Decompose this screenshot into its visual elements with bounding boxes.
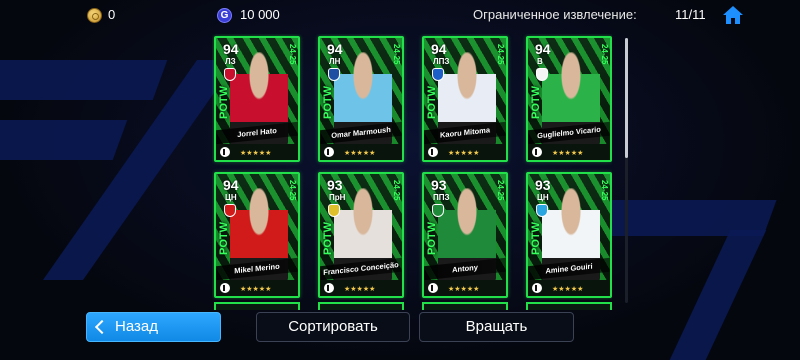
star-rating: ★★★★★: [552, 286, 584, 293]
home-icon[interactable]: [722, 5, 744, 25]
player-card[interactable]: 94 В 24-25 POTW Guglielmo Vicario ★★★★★: [526, 36, 612, 162]
season-label: 24-25: [496, 44, 505, 65]
gold-amount: 0: [108, 7, 116, 22]
season-label: 24-25: [600, 180, 609, 201]
player-rating: 94: [327, 41, 343, 57]
star-rating: ★★★★★: [240, 150, 272, 157]
efootball-logo-icon: [220, 283, 230, 293]
player-card[interactable]: 94 ЛН 24-25 POTW Omar Marmoush ★★★★★: [318, 36, 404, 162]
background-shape: [0, 60, 168, 100]
player-rating: 94: [223, 177, 239, 193]
card-footer: ★★★★★: [216, 144, 298, 160]
partial-card[interactable]: [526, 302, 612, 310]
player-card[interactable]: 93 ПрН 24-25 POTW Francisco Conceição ★★★★★: [318, 172, 404, 298]
player-rating: 93: [327, 177, 343, 193]
potw-label: POTW: [218, 86, 230, 119]
partial-card[interactable]: [422, 302, 508, 310]
player-position: ЦН: [537, 193, 549, 202]
back-button-label: Назад: [115, 318, 158, 335]
card-footer: ★★★★★: [320, 280, 402, 296]
efootball-logo-icon: [428, 147, 438, 157]
season-label: 24-25: [392, 180, 401, 201]
player-card[interactable]: 93 ППЗ 24-25 POTW Antony ★★★★★: [422, 172, 508, 298]
potw-label: POTW: [426, 86, 438, 119]
player-position: ЛН: [329, 57, 341, 66]
top-bar: 0 G 10 000 Ограниченное извлечение: 11/1…: [0, 0, 800, 32]
season-label: 24-25: [392, 44, 401, 65]
season-label: 24-25: [288, 180, 297, 201]
club-crest-icon: [432, 68, 444, 81]
player-card[interactable]: 94 ЦН 24-25 POTW Mikel Merino ★★★★★: [214, 172, 300, 298]
player-position: ЦН: [225, 193, 237, 202]
star-rating: ★★★★★: [448, 150, 480, 157]
star-rating: ★★★★★: [240, 286, 272, 293]
scrollbar-thumb[interactable]: [625, 38, 628, 158]
player-card[interactable]: 94 ЛЗ 24-25 POTW Jorrel Hato ★★★★★: [214, 36, 300, 162]
club-crest-icon: [432, 204, 444, 217]
star-rating: ★★★★★: [344, 150, 376, 157]
star-rating: ★★★★★: [448, 286, 480, 293]
potw-label: POTW: [218, 222, 230, 255]
gold-coin-icon: [87, 8, 102, 23]
limited-draw-count: 11/11: [675, 7, 706, 22]
star-rating: ★★★★★: [344, 286, 376, 293]
sort-button[interactable]: Сортировать: [256, 312, 410, 342]
card-footer: ★★★★★: [424, 144, 506, 160]
player-card[interactable]: 94 ЛПЗ 24-25 POTW Kaoru Mitoma ★★★★★: [422, 36, 508, 162]
player-position: ЛПЗ: [433, 57, 450, 66]
card-grid: 94 ЛЗ 24-25 POTW Jorrel Hato ★★★★★ 94 ЛН 24-25 PO…: [212, 34, 612, 300]
club-crest-icon: [224, 68, 236, 81]
club-crest-icon: [328, 204, 340, 217]
card-footer: ★★★★★: [424, 280, 506, 296]
limited-draw-label: Ограниченное извлечение:: [473, 7, 637, 22]
background-shape: [669, 230, 767, 360]
background-shape: [0, 120, 128, 160]
player-position: ЛЗ: [225, 57, 236, 66]
player-rating: 93: [535, 177, 551, 193]
potw-label: POTW: [530, 222, 542, 255]
efootball-logo-icon: [324, 147, 334, 157]
potw-label: POTW: [322, 222, 334, 255]
card-footer: ★★★★★: [320, 144, 402, 160]
club-crest-icon: [224, 204, 236, 217]
gcoin-amount: 10 000: [240, 7, 280, 22]
club-crest-icon: [536, 204, 548, 217]
season-label: 24-25: [600, 44, 609, 65]
potw-label: POTW: [322, 86, 334, 119]
player-position: ПрН: [329, 193, 346, 202]
efootball-logo-icon: [220, 147, 230, 157]
partial-card[interactable]: [318, 302, 404, 310]
back-button[interactable]: Назад: [86, 312, 221, 342]
efootball-logo-icon: [532, 147, 542, 157]
player-rating: 94: [223, 41, 239, 57]
rotate-button[interactable]: Вращать: [419, 312, 574, 342]
player-rating: 94: [431, 41, 447, 57]
player-position: ППЗ: [433, 193, 450, 202]
card-footer: ★★★★★: [528, 280, 610, 296]
efootball-logo-icon: [532, 283, 542, 293]
player-position: В: [537, 57, 543, 66]
player-card[interactable]: 93 ЦН 24-25 POTW Amine Gouiri ★★★★★: [526, 172, 612, 298]
club-crest-icon: [328, 68, 340, 81]
player-rating: 94: [535, 41, 551, 57]
card-footer: ★★★★★: [216, 280, 298, 296]
potw-label: POTW: [530, 86, 542, 119]
scrollbar[interactable]: [625, 38, 628, 303]
chevron-left-icon: [94, 319, 110, 335]
potw-label: POTW: [426, 222, 438, 255]
partial-card[interactable]: [214, 302, 300, 310]
season-label: 24-25: [288, 44, 297, 65]
efootball-logo-icon: [324, 283, 334, 293]
card-footer: ★★★★★: [528, 144, 610, 160]
star-rating: ★★★★★: [552, 150, 584, 157]
efootball-logo-icon: [428, 283, 438, 293]
season-label: 24-25: [496, 180, 505, 201]
g-coin-icon: G: [217, 8, 232, 23]
club-crest-icon: [536, 68, 548, 81]
player-rating: 93: [431, 177, 447, 193]
